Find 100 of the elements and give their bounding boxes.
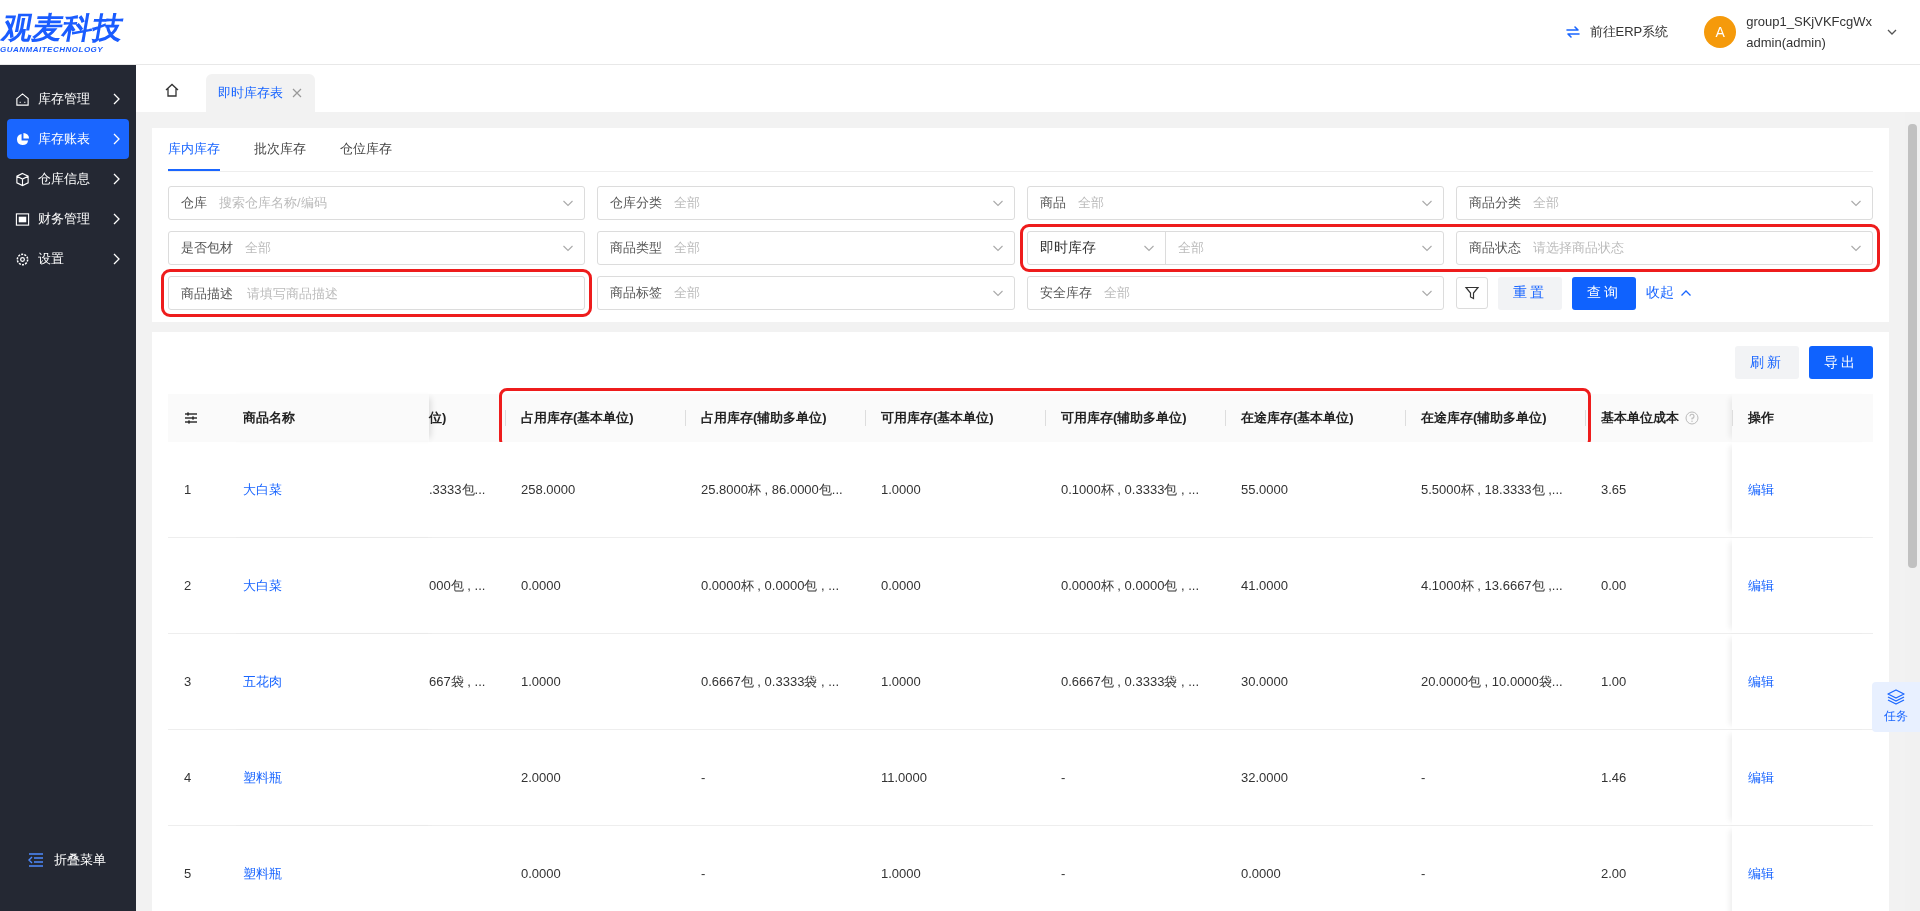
table-cell: 1.0000 (881, 674, 921, 689)
table-cell: 4.1000杯 , 13.6667包 ,... (1421, 576, 1563, 595)
table-cell: 0.0000 (881, 578, 921, 593)
collapse-link[interactable]: 收起 (1645, 284, 1692, 302)
column-header: 可用库存(辅助多单位) (1061, 409, 1187, 427)
erp-link[interactable]: 前往ERP系统 (1563, 23, 1669, 41)
chevron-right-icon (111, 133, 121, 145)
task-button[interactable]: 任务 (1872, 682, 1920, 732)
column-header: 在途库存(基本单位) (1241, 409, 1354, 427)
table-cell: 25.8000杯 , 86.0000包... (701, 480, 843, 499)
swap-arrows-icon (1563, 23, 1582, 41)
table-cell: 0.0000 (521, 866, 561, 881)
chevron-right-icon (111, 173, 121, 185)
edit-link[interactable]: 编辑 (1748, 768, 1774, 787)
sidebar-item[interactable]: 仓库信息 (7, 159, 129, 199)
table-cell: 41.0000 (1241, 578, 1288, 593)
table-cell: - (1061, 866, 1066, 881)
query-button[interactable]: 查询 (1571, 276, 1636, 310)
table-cell: .3333包... (429, 480, 486, 499)
table-cell: 55.0000 (1241, 482, 1288, 497)
column-header: 占用库存(基本单位) (521, 409, 634, 427)
edit-link[interactable]: 编辑 (1748, 672, 1774, 691)
pie-chart-icon (15, 131, 30, 147)
cube-icon (15, 171, 30, 187)
table-cell: 0.00 (1601, 578, 1627, 593)
settings-icon (15, 251, 30, 267)
select-field[interactable]: 是否包材 全部 (168, 231, 586, 265)
table-cell: 1.0000 (881, 866, 921, 881)
table-cell: 0.6667包 , 0.3333袋 , ... (701, 672, 840, 691)
select-field[interactable]: 安全库存 全部 (1026, 276, 1444, 310)
sidebar-item[interactable]: 财务管理 (7, 199, 129, 239)
export-button[interactable]: 导出 (1809, 346, 1873, 379)
filter-button[interactable] (1455, 277, 1488, 309)
sidebar-item[interactable]: 库存账表 (7, 119, 129, 159)
layers-icon (1887, 689, 1905, 705)
table-cell: 0.0000杯 , 0.0000包 , ... (1061, 576, 1200, 595)
select-field[interactable]: 商品 全部 (1026, 186, 1444, 220)
chevron-right-icon (111, 93, 121, 105)
sidebar-item[interactable]: 设置 (7, 239, 129, 279)
reset-button[interactable]: 重置 (1497, 276, 1562, 310)
select-field[interactable]: 仓库分类 全部 (597, 186, 1015, 220)
field-label: 商品描述 (181, 285, 233, 303)
product-link[interactable]: 五花肉 (243, 672, 282, 691)
column-header: 商品名称 (243, 409, 295, 427)
select-field[interactable]: 仓库 搜索仓库名称/编码 (168, 186, 586, 220)
home-icon[interactable] (164, 82, 180, 98)
column-header: 位) (429, 409, 447, 427)
table-cell: 0.0000 (1241, 866, 1281, 881)
product-link[interactable]: 塑料瓶 (243, 768, 282, 787)
select-field[interactable]: 商品状态 请选择商品状态 (1455, 231, 1873, 265)
table-cell: 0.6667包 , 0.3333袋 , ... (1061, 672, 1200, 691)
table-cell: 0.0000杯 , 0.0000包 , ... (701, 576, 840, 595)
table-cell: 11.0000 (881, 770, 928, 785)
page-tab[interactable]: 即时库存表 (206, 74, 315, 112)
product-link[interactable]: 大白菜 (243, 576, 282, 595)
logo-subtitle: GUANMAITECHNOLOGY (0, 44, 105, 54)
chevron-right-icon (111, 213, 121, 225)
select-field[interactable]: 商品类型 全部 (597, 231, 1015, 265)
edit-link[interactable]: 编辑 (1748, 576, 1774, 595)
select-field[interactable]: 商品标签 全部 (597, 276, 1015, 310)
row-number: 2 (184, 578, 192, 593)
column-settings-icon[interactable] (184, 412, 198, 424)
column-header: 在途库存(辅助多单位) (1421, 409, 1547, 427)
user-group: group1_SKjVKFcgWx (1746, 14, 1872, 29)
table-cell: 667袋 , ... (429, 672, 486, 691)
table-cell: 258.0000 (521, 482, 576, 497)
user-name: admin(admin) (1746, 35, 1827, 50)
table-cell: 1.46 (1601, 770, 1627, 785)
table-cell: 5.5000杯 , 18.3333包 ,... (1421, 480, 1563, 499)
close-icon[interactable] (291, 87, 303, 99)
edit-link[interactable]: 编辑 (1748, 864, 1774, 883)
row-number: 1 (184, 482, 192, 497)
column-header: 可用库存(基本单位) (881, 409, 994, 427)
row-number: 5 (184, 866, 192, 881)
table-cell: - (1061, 770, 1066, 785)
table-cell: 3.65 (1601, 482, 1627, 497)
product-link[interactable]: 塑料瓶 (243, 864, 282, 883)
view-tab[interactable]: 批次库存 (254, 128, 306, 171)
collapse-menu-button[interactable]: 折叠菜单 (0, 851, 136, 911)
table-cell: - (1421, 770, 1426, 785)
column-header: 基本单位成本 (1601, 409, 1679, 427)
table-cell: 2.0000 (521, 770, 561, 785)
product-link[interactable]: 大白菜 (243, 480, 282, 499)
table-cell: 2.00 (1601, 866, 1627, 881)
view-tab[interactable]: 库内库存 (168, 128, 220, 171)
chevron-right-icon (111, 253, 121, 265)
table-cell: 1.0000 (881, 482, 921, 497)
edit-link[interactable]: 编辑 (1748, 480, 1774, 499)
column-header: 占用库存(辅助多单位) (701, 409, 827, 427)
funnel-icon (1463, 285, 1480, 301)
table-cell: 0.1000杯 , 0.3333包 , ... (1061, 480, 1200, 499)
row-number: 3 (184, 674, 192, 689)
table-cell: - (701, 770, 706, 785)
refresh-button[interactable]: 刷新 (1735, 346, 1799, 379)
sidebar-item[interactable]: 库存管理 (7, 79, 129, 119)
view-tab[interactable]: 仓位库存 (340, 128, 392, 171)
table-cell: - (1421, 866, 1426, 881)
select-field[interactable]: 商品分类 全部 (1455, 186, 1873, 220)
house-icon (15, 91, 30, 107)
erp-link-label[interactable]: 前往ERP系统 (1589, 23, 1669, 41)
